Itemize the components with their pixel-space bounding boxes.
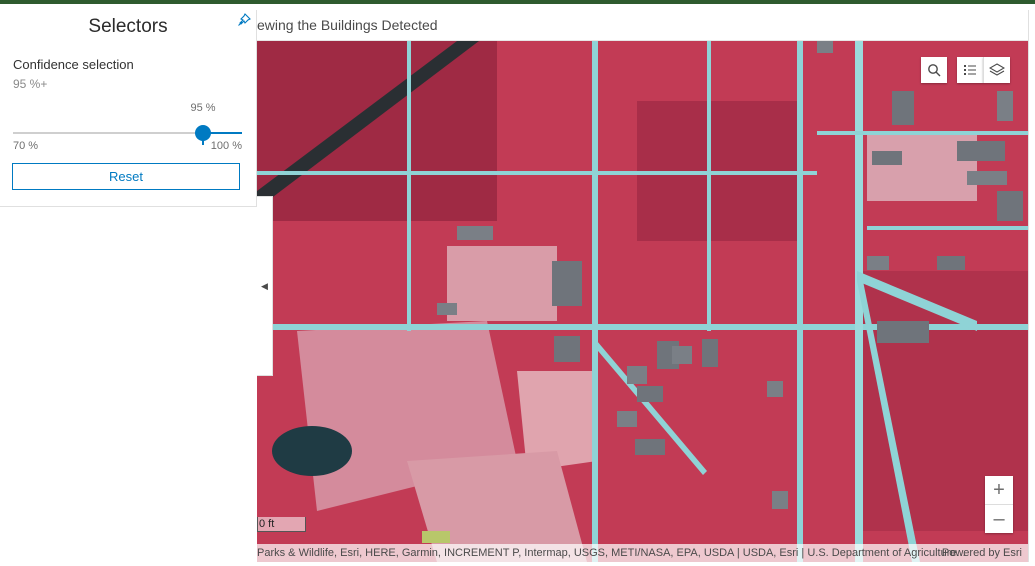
attribution-credits: Parks & Wildlife, Esri, HERE, Garmin, IN… (257, 547, 966, 559)
selectors-panel: Selectors Confidence selection 95 %+ 95 … (0, 10, 257, 207)
collapse-panel-button[interactable]: ◀ (257, 196, 273, 376)
right-edge (1028, 10, 1035, 562)
pin-icon[interactable] (237, 13, 251, 27)
confidence-label: Confidence selection (13, 57, 134, 72)
legend-icon (964, 65, 976, 75)
zoom-controls: + – (985, 476, 1013, 533)
map-search-button[interactable] (921, 57, 947, 83)
confidence-value: 95 %+ (13, 77, 48, 91)
scale-bar: 0 ft (257, 517, 306, 532)
map-view[interactable]: + – 0 ft Parks & Wildlife, Esri, HERE, G… (257, 41, 1028, 562)
bottom-edge (0, 562, 1035, 566)
app-top-bar (0, 0, 1035, 4)
layers-icon (989, 63, 1005, 76)
slider-thumb[interactable] (195, 125, 211, 145)
aerial-imagery (257, 41, 1028, 562)
zoom-in-button[interactable]: + (985, 476, 1013, 504)
map-header: ewing the Buildings Detected (257, 10, 1030, 41)
slider-max-label: 100 % (210, 140, 242, 152)
map-attribution[interactable]: Parks & Wildlife, Esri, HERE, Garmin, IN… (257, 544, 1028, 562)
powered-by-esri[interactable]: Powered by Esri (942, 544, 1022, 562)
slider-min-label: 70 % (13, 140, 39, 152)
reset-button[interactable]: Reset (12, 163, 240, 190)
confidence-slider[interactable]: 95 % 70 % 100 % (13, 102, 242, 152)
panel-title: Selectors (88, 16, 168, 37)
chevron-left-icon: ◀ (261, 280, 268, 291)
layers-button[interactable] (983, 57, 1010, 83)
search-icon (928, 64, 941, 77)
zoom-out-button[interactable]: – (985, 504, 1013, 533)
map-title: ewing the Buildings Detected (257, 17, 438, 33)
legend-button[interactable] (957, 57, 983, 83)
slider-current-value: 95 % (190, 102, 216, 114)
